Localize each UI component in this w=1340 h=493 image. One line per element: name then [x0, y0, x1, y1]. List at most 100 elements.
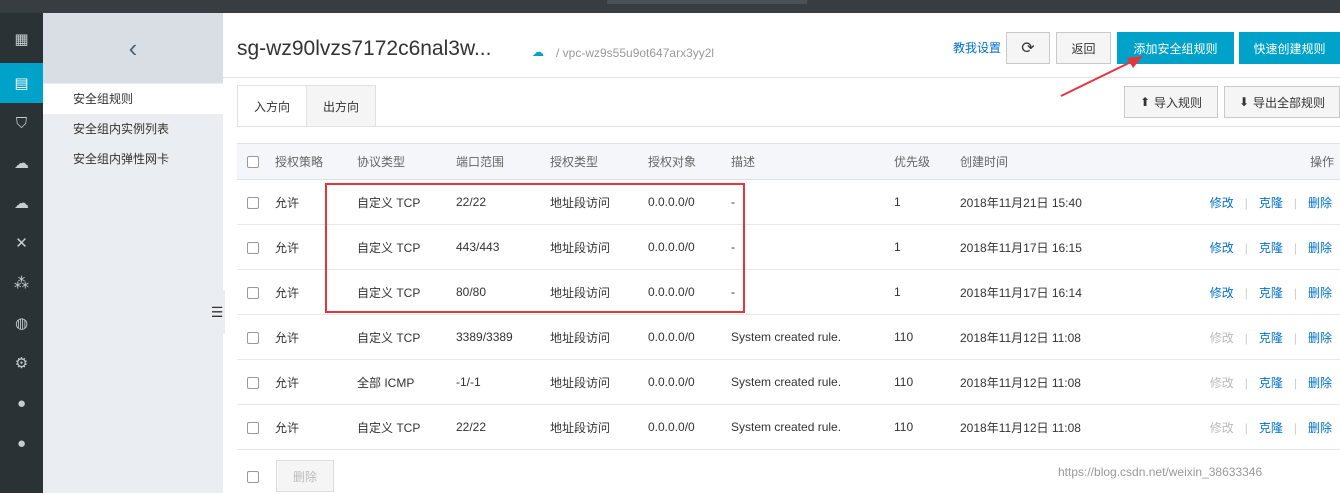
cell-protocol: 自定义 TCP [357, 314, 456, 360]
top-search-bar[interactable] [607, 0, 807, 4]
delete-link[interactable]: 删除 [1308, 286, 1332, 300]
cell-policy: 允许 [275, 314, 357, 360]
row-actions: 修改 | 克隆 | 删除 [1160, 224, 1340, 270]
row-select-cell [237, 224, 275, 270]
edit-link[interactable]: 修改 [1210, 421, 1234, 435]
row-select-cell [237, 269, 275, 315]
refresh-button[interactable]: ⟳ [1006, 32, 1050, 64]
delete-link[interactable]: 删除 [1308, 376, 1332, 390]
cell-policy: 允许 [275, 404, 357, 450]
shuffle-icon[interactable]: ✕ [0, 223, 43, 263]
row-select-cell [237, 314, 275, 360]
cell-port: -1/-1 [456, 359, 550, 405]
table-row: 允许 全部 ICMP -1/-1 地址段访问 0.0.0.0/0 System creat… [237, 359, 1340, 405]
clone-link[interactable]: 克隆 [1259, 421, 1283, 435]
col-description: 描述 [731, 143, 894, 180]
row-checkbox[interactable] [247, 376, 259, 389]
cell-created: 2018年11月17日 16:14 [960, 269, 1160, 315]
cell-protocol: 全部 ICMP [357, 359, 456, 405]
globe-icon[interactable]: ◍ [0, 303, 43, 343]
clone-link[interactable]: 克隆 [1259, 286, 1283, 300]
clone-link[interactable]: 克隆 [1259, 376, 1283, 390]
table-row: 允许 自定义 TCP 22/22 地址段访问 0.0.0.0/0 System creat… [237, 404, 1340, 450]
delete-link[interactable]: 删除 [1308, 331, 1332, 345]
row-checkbox[interactable] [247, 421, 259, 434]
row-select-cell [237, 404, 275, 450]
cell-desc: System created rule. [731, 314, 894, 360]
cell-desc: System created rule. [731, 359, 894, 405]
edit-link[interactable]: 修改 [1210, 331, 1234, 345]
delete-link[interactable]: 删除 [1308, 196, 1332, 210]
edit-link[interactable]: 修改 [1210, 241, 1234, 255]
clone-link[interactable]: 克隆 [1259, 196, 1283, 210]
back-chevron-icon[interactable]: ‹ [43, 13, 223, 83]
col-auth-type: 授权类型 [550, 143, 648, 180]
gear-icon[interactable]: ⚙ [0, 343, 43, 383]
top-bar [0, 0, 1340, 13]
cloud-icon[interactable]: ☁ [0, 143, 43, 183]
cell-auth-type: 地址段访问 [550, 359, 648, 405]
cell-created: 2018年11月12日 11:08 [960, 314, 1160, 360]
action-separator: | [1244, 375, 1248, 390]
cell-protocol: 自定义 TCP [357, 404, 456, 450]
col-priority: 优先级 [894, 143, 960, 180]
teach-me-link[interactable]: 教我设置 [953, 39, 1001, 56]
edit-link[interactable]: 修改 [1210, 376, 1234, 390]
cell-priority: 1 [894, 269, 960, 315]
cell-created: 2018年11月12日 11:08 [960, 359, 1160, 405]
cell-auth-obj: 0.0.0.0/0 [648, 314, 731, 360]
action-separator: | [1244, 285, 1248, 300]
row-actions: 修改 | 克隆 | 删除 [1160, 269, 1340, 315]
col-protocol: 协议类型 [357, 143, 456, 180]
edit-link[interactable]: 修改 [1210, 286, 1234, 300]
cloud-upload-icon[interactable]: ☁ [0, 183, 43, 223]
dot-icon[interactable]: ● [0, 423, 43, 463]
header-divider [223, 77, 1340, 78]
cell-policy: 允许 [275, 359, 357, 405]
dot-icon[interactable]: ● [0, 383, 43, 423]
row-checkbox[interactable] [247, 241, 259, 254]
action-separator: | [1293, 330, 1297, 345]
clone-link[interactable]: 克隆 [1259, 241, 1283, 255]
subnav-item-enis[interactable]: 安全组内弹性网卡 [43, 144, 223, 174]
row-actions: 修改 | 克隆 | 删除 [1160, 404, 1340, 450]
select-all-checkbox[interactable] [247, 156, 259, 169]
tab-inbound[interactable]: 入方向 [237, 85, 307, 127]
highlight-box [325, 183, 745, 313]
clone-link[interactable]: 克隆 [1259, 331, 1283, 345]
row-actions: 修改 | 克隆 | 删除 [1160, 359, 1340, 405]
edit-link[interactable]: 修改 [1210, 196, 1234, 210]
col-policy: 授权策略 [275, 143, 357, 180]
annotation-arrow [1060, 56, 1143, 97]
subnav-item-rules[interactable]: 安全组规则 [43, 84, 223, 114]
grid-icon[interactable]: ▦ [0, 19, 43, 59]
row-checkbox[interactable] [247, 286, 259, 299]
bulk-delete-button[interactable]: 删除 [276, 460, 334, 492]
server-icon[interactable]: ▤ [0, 63, 43, 103]
col-port: 端口范围 [456, 143, 550, 180]
row-actions: 修改 | 克隆 | 删除 [1160, 179, 1340, 225]
delete-link[interactable]: 删除 [1308, 241, 1332, 255]
tab-outbound[interactable]: 出方向 [306, 85, 376, 127]
footer-select-checkbox[interactable] [247, 470, 259, 483]
col-created: 创建时间 [960, 143, 1160, 180]
col-auth-object: 授权对象 [648, 143, 731, 180]
cell-port: 22/22 [456, 404, 550, 450]
delete-link[interactable]: 删除 [1308, 421, 1332, 435]
subnav-item-instances[interactable]: 安全组内实例列表 [43, 114, 223, 144]
row-checkbox[interactable] [247, 196, 259, 209]
cell-priority: 110 [894, 404, 960, 450]
watermark: https://blog.csdn.net/weixin_38633346 [1058, 465, 1263, 479]
row-checkbox[interactable] [247, 331, 259, 344]
export-rules-button[interactable]: ⬇ 导出全部规则 [1224, 86, 1340, 118]
row-select-cell [237, 179, 275, 225]
action-separator: | [1293, 375, 1297, 390]
footer-select-cell [247, 469, 259, 483]
download-icon: ⬇ [1238, 95, 1250, 109]
table-row: 允许 自定义 TCP 3389/3389 地址段访问 0.0.0.0/0 System c… [237, 314, 1340, 360]
network-icon[interactable]: ⁂ [0, 263, 43, 303]
quick-create-button[interactable]: 快速创建规则 [1239, 32, 1340, 64]
action-separator: | [1293, 420, 1297, 435]
select-all-cell [237, 143, 275, 180]
shield-icon[interactable]: ⛉ [0, 103, 43, 143]
